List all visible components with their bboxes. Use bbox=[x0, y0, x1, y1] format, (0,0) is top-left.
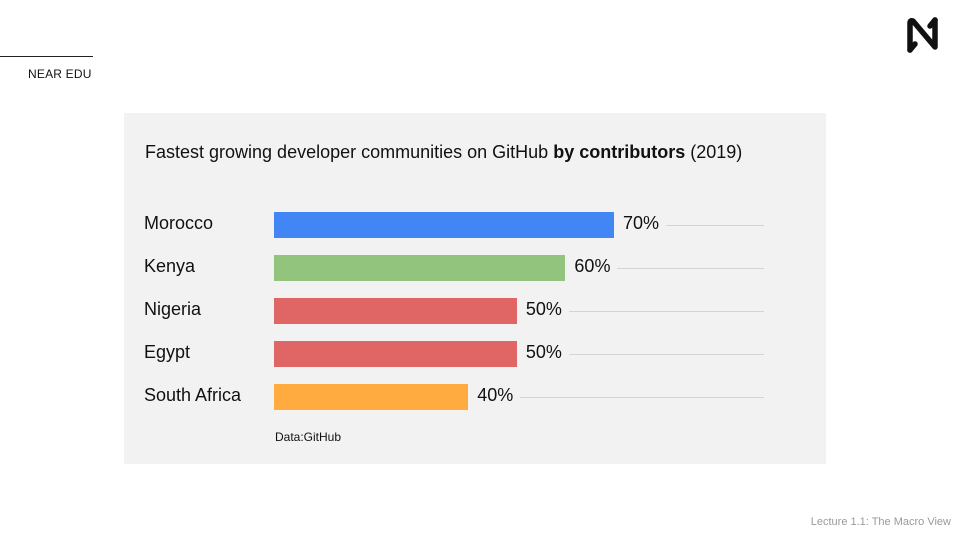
value-label: 50% bbox=[525, 342, 562, 362]
value-label: 40% bbox=[477, 385, 514, 405]
guide-line bbox=[520, 397, 764, 398]
category-label: Morocco bbox=[144, 213, 214, 233]
bar bbox=[274, 384, 469, 410]
value-label: 60% bbox=[574, 256, 611, 276]
lecture-footer: Lecture 1.1: The Macro View bbox=[810, 516, 951, 528]
near-logo-icon bbox=[907, 17, 938, 53]
bar bbox=[274, 341, 517, 367]
bar-chart: Morocco 70% Kenya 60% Nigeria 50% Egypt 50% Sout… bbox=[124, 113, 826, 464]
value-label: 70% bbox=[623, 213, 660, 233]
guide-line bbox=[617, 268, 764, 269]
category-label: Nigeria bbox=[144, 299, 202, 319]
guide-line bbox=[568, 311, 764, 312]
value-label: 50% bbox=[525, 299, 562, 319]
guide-line bbox=[568, 354, 764, 355]
bar bbox=[274, 255, 566, 281]
category-label: Kenya bbox=[144, 256, 196, 276]
category-label: South Africa bbox=[144, 385, 242, 405]
bar bbox=[274, 298, 517, 324]
chart-source: Data:GitHub bbox=[275, 430, 342, 444]
bar bbox=[274, 212, 614, 238]
guide-line bbox=[666, 225, 764, 226]
header-rule bbox=[0, 56, 93, 57]
category-label: Egypt bbox=[144, 342, 191, 362]
brand-label: NEAR EDU bbox=[28, 67, 92, 81]
